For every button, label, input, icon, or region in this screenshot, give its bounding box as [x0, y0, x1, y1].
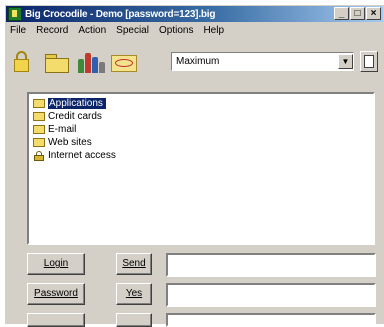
view-select-value: Maximum	[176, 56, 220, 67]
login-field[interactable]	[166, 253, 376, 277]
minimize-button[interactable]: _	[334, 7, 349, 20]
extra-small-button[interactable]	[116, 313, 152, 327]
yes-button[interactable]: Yes	[116, 283, 152, 305]
folder-icon	[33, 99, 45, 108]
bottles-icon[interactable]	[75, 48, 105, 76]
tree-item-label: Web sites	[48, 137, 92, 148]
password-button[interactable]: Password	[27, 283, 85, 305]
tree-item-label: Internet access	[48, 150, 116, 161]
main-window: Big Crocodile - Demo [password=123].big …	[4, 4, 384, 327]
menu-file[interactable]: File	[7, 24, 29, 40]
lock-icon	[33, 150, 45, 161]
envelope-icon[interactable]	[109, 48, 139, 76]
menu-help[interactable]: Help	[200, 24, 227, 40]
record-tree[interactable]: Applications Credit cards E-mail Web sit…	[27, 92, 375, 245]
lock-icon[interactable]	[7, 48, 37, 76]
window-controls: _ □ ×	[334, 7, 381, 20]
password-field[interactable]	[166, 283, 376, 307]
close-button[interactable]: ×	[366, 7, 381, 20]
tree-item-applications[interactable]: Applications	[33, 97, 373, 110]
menu-options[interactable]: Options	[156, 24, 196, 40]
app-icon[interactable]	[8, 7, 22, 21]
menu-record[interactable]: Record	[33, 24, 71, 40]
tree-item-label: Applications	[48, 98, 106, 109]
send-button[interactable]: Send	[116, 253, 152, 275]
title-bar[interactable]: Big Crocodile - Demo [password=123].big …	[6, 6, 383, 22]
folder-icon[interactable]	[41, 48, 71, 76]
extra-button[interactable]	[27, 313, 85, 327]
view-select[interactable]: Maximum ▼	[171, 52, 354, 71]
folder-icon	[33, 112, 45, 121]
tree-item-web-sites[interactable]: Web sites	[33, 136, 373, 149]
tree-item-e-mail[interactable]: E-mail	[33, 123, 373, 136]
panel-toggle-button[interactable]	[360, 51, 378, 72]
login-button[interactable]: Login	[27, 253, 85, 275]
tree-item-label: E-mail	[48, 124, 77, 135]
toolbar: Maximum ▼	[7, 45, 380, 79]
tree-item-credit-cards[interactable]: Credit cards	[33, 110, 373, 123]
extra-field[interactable]	[166, 313, 376, 327]
maximize-button[interactable]: □	[350, 7, 365, 20]
chevron-down-icon[interactable]: ▼	[338, 54, 353, 69]
folder-icon	[33, 125, 45, 134]
window-title: Big Crocodile - Demo [password=123].big	[25, 8, 216, 20]
menu-special[interactable]: Special	[113, 24, 152, 40]
menu-action[interactable]: Action	[75, 24, 109, 40]
folder-icon	[33, 138, 45, 147]
menu-bar: File Record Action Special Options Help	[7, 24, 227, 40]
tree-item-label: Credit cards	[48, 111, 102, 122]
tree-item-internet-access[interactable]: Internet access	[33, 149, 373, 162]
